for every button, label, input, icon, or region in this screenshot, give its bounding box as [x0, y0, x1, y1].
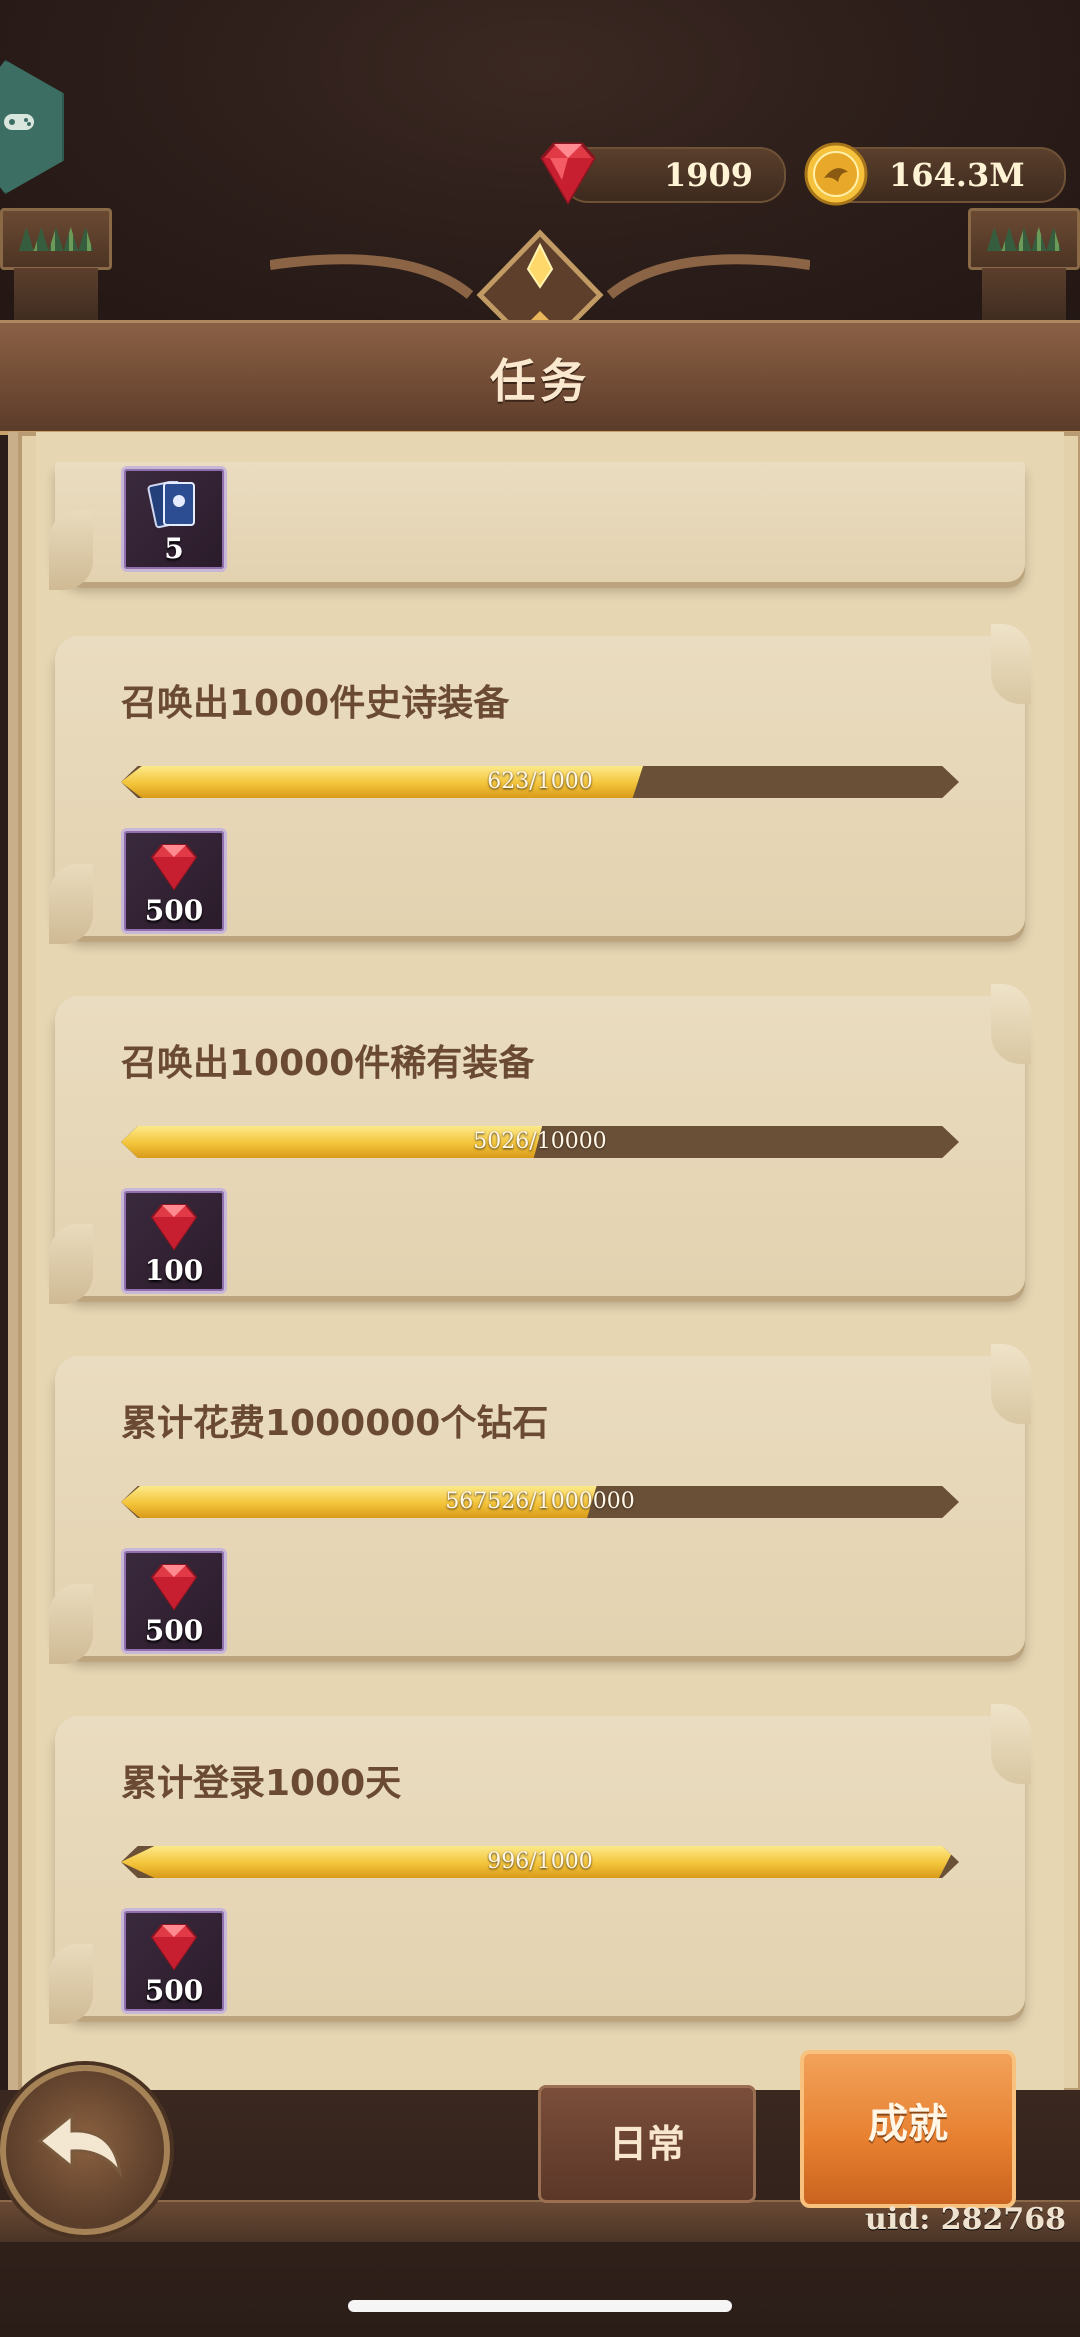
ruby-icon: [150, 1924, 198, 1971]
reward-item[interactable]: 5: [121, 466, 227, 572]
task-card: 累计登录1000天 996/1000 500: [49, 1704, 1031, 2024]
task-title: 累计登录1000天: [121, 1763, 402, 1804]
reward-item[interactable]: 500: [121, 1548, 227, 1654]
gold-count: 164.3M: [889, 156, 1025, 194]
reward-quantity: 500: [144, 1614, 204, 1647]
reward-quantity: 500: [144, 1974, 204, 2007]
task-card: 累计花费1000000个钻石 567526/1000000 500: [49, 1344, 1031, 1664]
page-title: 任务: [490, 354, 590, 408]
task-card: 5: [49, 462, 1025, 590]
reward-quantity: 500: [144, 894, 204, 927]
ruby-icon: [150, 1204, 198, 1251]
tab-daily[interactable]: 日常: [538, 2085, 756, 2203]
progress-bar: 996/1000: [121, 1846, 959, 1878]
task-title: 累计花费1000000个钻石: [121, 1403, 549, 1444]
right-pillar: [968, 208, 1080, 328]
home-indicator[interactable]: [348, 2300, 732, 2312]
reward-quantity: 5: [164, 532, 184, 565]
progress-text: 996/1000: [487, 1849, 593, 1874]
progress-text: 5026/10000: [473, 1129, 607, 1154]
task-card: 召唤出1000件史诗装备 623/1000 500: [49, 624, 1031, 944]
progress-bar: 623/1000: [121, 766, 959, 798]
card-pack-icon: [147, 481, 195, 529]
gem-count: 1909: [664, 156, 754, 194]
reward-item[interactable]: 500: [121, 1908, 227, 2014]
task-card: 召唤出10000件稀有装备 5026/10000 100: [49, 984, 1031, 1304]
left-pillar: [0, 208, 112, 328]
tab-achievement[interactable]: 成就: [800, 2050, 1016, 2208]
reward-item[interactable]: 100: [121, 1188, 227, 1294]
ruby-icon: [540, 142, 596, 205]
progress-text: 623/1000: [487, 769, 593, 794]
ruby-icon: [150, 844, 198, 891]
ruby-icon: [150, 1564, 198, 1611]
task-title: 召唤出1000件史诗装备: [121, 683, 510, 724]
task-title: 召唤出10000件稀有装备: [121, 1043, 535, 1084]
back-arrow-icon: [37, 2111, 123, 2179]
reward-quantity: 100: [144, 1254, 204, 1287]
back-button[interactable]: [0, 2065, 170, 2235]
user-id: uid: 282768: [865, 2202, 1066, 2237]
header-crest: [270, 229, 810, 331]
gamepad-icon: [4, 114, 34, 130]
gold-coin-icon: [804, 142, 868, 206]
reward-item[interactable]: 500: [121, 828, 227, 934]
progress-bar: 5026/10000: [121, 1126, 959, 1158]
progress-text: 567526/1000000: [445, 1489, 635, 1514]
progress-bar: 567526/1000000: [121, 1486, 959, 1518]
